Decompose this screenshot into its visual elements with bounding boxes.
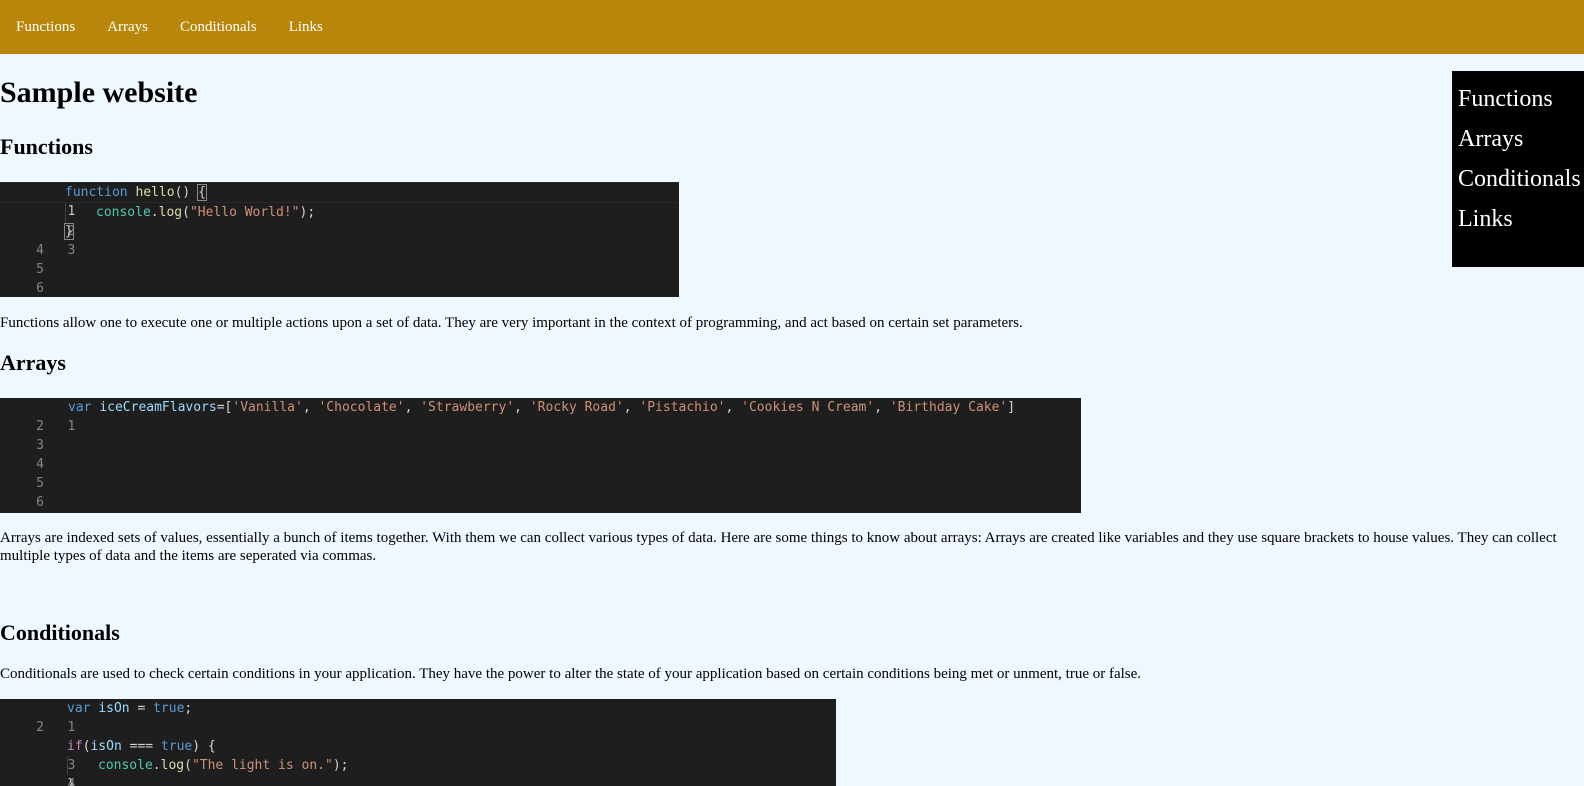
conditionals-heading: Conditionals (0, 620, 120, 645)
code-variable: iceCreamFlavors (99, 400, 217, 415)
code-string: 'Vanilla' (232, 400, 303, 415)
top-nav: Functions Arrays Conditionals Links (0, 0, 1584, 54)
code-object: console (98, 758, 153, 773)
indent-guide (67, 756, 68, 775)
code-punct: . (152, 758, 161, 773)
code-line: 2 console.log("Hello World!"); (0, 203, 679, 239)
line-number: 3 (36, 438, 44, 453)
code-string: 'Cookies N Cream' (741, 400, 875, 415)
code-punct: ] (1007, 400, 1016, 415)
code-line: 6 (0, 279, 679, 297)
code-brace: } (64, 223, 74, 240)
code-punct: . (150, 205, 159, 220)
code-punct: , (404, 400, 421, 415)
code-line: 3 if(isOn === true) { (0, 737, 836, 773)
code-line: 1 var iceCreamFlavors=['Vanilla', 'Choco… (0, 398, 1081, 434)
side-nav: Functions Arrays Conditionals Links (1452, 71, 1584, 267)
conditionals-description: Conditionals are used to check certain c… (0, 666, 1142, 682)
arrays-code-editor[interactable]: 1 var iceCreamFlavors=['Vanilla', 'Choco… (0, 398, 1081, 513)
functions-heading: Functions (0, 134, 93, 159)
code-boolean: true (160, 739, 193, 754)
page-title: Sample website (0, 76, 198, 109)
code-method: log (158, 205, 183, 220)
code-punct: () (174, 185, 199, 200)
code-punct: ); (299, 205, 316, 220)
code-brace: } (67, 777, 75, 786)
code-line: 1 function hello() { (0, 182, 679, 219)
code-string: 'Strawberry' (420, 400, 515, 415)
code-variable: isOn (98, 701, 130, 716)
code-string: 'Pistachio' (639, 400, 726, 415)
code-punct: ) { (192, 739, 216, 754)
line-number: 4 (36, 457, 44, 472)
code-punct: ( (184, 758, 192, 773)
line-number: 6 (36, 281, 44, 296)
code-keyword: var (68, 400, 92, 415)
code-punct: , (623, 400, 640, 415)
arrays-heading: Arrays (0, 350, 66, 375)
arrays-description: Arrays are indexed sets of values, essen… (0, 530, 1557, 564)
code-punct: , (302, 400, 319, 415)
code-punct: ( (182, 205, 190, 220)
code-punct: , (874, 400, 890, 415)
code-method: log (160, 758, 185, 773)
code-line: 3 (0, 436, 1081, 455)
code-line: 2 (0, 417, 1081, 436)
code-keyword: function (65, 185, 128, 200)
code-punct: , (725, 400, 742, 415)
code-string: 'Chocolate' (318, 400, 405, 415)
code-function-name: hello (135, 185, 175, 200)
code-variable: isOn (90, 739, 122, 754)
side-nav-link-links[interactable]: Links (1452, 191, 1584, 232)
functions-description: Functions allow one to execute one or mu… (0, 315, 1023, 331)
top-nav-link-conditionals[interactable]: Conditionals (180, 19, 257, 36)
line-number: 5 (36, 262, 44, 277)
code-punct: , (514, 400, 530, 415)
top-nav-link-arrays[interactable]: Arrays (107, 19, 148, 36)
functions-code-editor[interactable]: 1 function hello() { 2 console.log("Hell… (0, 182, 679, 297)
code-punct: =[ (216, 400, 233, 415)
code-line: 4 (0, 241, 679, 260)
code-line: 2 (0, 718, 836, 737)
code-line: 5 } (0, 775, 836, 786)
code-keyword: var (67, 701, 91, 716)
code-string: "Hello World!" (189, 205, 300, 220)
code-line: 5 (0, 260, 679, 279)
code-line: 3 } (0, 222, 679, 258)
line-number: 4 (36, 243, 44, 258)
line-number: 5 (36, 476, 44, 491)
line-number: 6 (36, 495, 44, 510)
line-number: 2 (36, 720, 44, 735)
conditionals-code-editor[interactable]: 1 var isOn = true; 2 3 if(isOn === true)… (0, 699, 836, 786)
code-boolean: true (153, 701, 185, 716)
side-nav-link-functions[interactable]: Functions (1452, 71, 1584, 112)
code-punct: = (129, 701, 154, 716)
code-punct: === (121, 739, 161, 754)
code-line: 1 var isOn = true; (0, 699, 836, 735)
side-nav-link-arrays[interactable]: Arrays (1452, 111, 1584, 152)
code-punct: ); (332, 758, 349, 773)
top-nav-link-links[interactable]: Links (289, 19, 323, 36)
top-nav-link-functions[interactable]: Functions (16, 19, 75, 36)
code-line: 6 (0, 493, 1081, 512)
code-object: console (96, 205, 151, 220)
code-punct: ; (184, 701, 193, 716)
code-line: 4 (0, 455, 1081, 474)
line-number: 2 (36, 419, 44, 434)
code-string: "The light is on." (191, 758, 333, 773)
indent-guide (65, 203, 66, 222)
code-keyword: if (67, 739, 83, 754)
code-string: 'Rocky Road' (529, 400, 624, 415)
code-string: 'Birthday Cake' (889, 400, 1008, 415)
side-nav-link-conditionals[interactable]: Conditionals (1452, 151, 1584, 192)
code-line: 4 console.log("The light is on."); (0, 756, 836, 786)
code-brace: { (197, 184, 207, 201)
code-line: 5 (0, 474, 1081, 493)
